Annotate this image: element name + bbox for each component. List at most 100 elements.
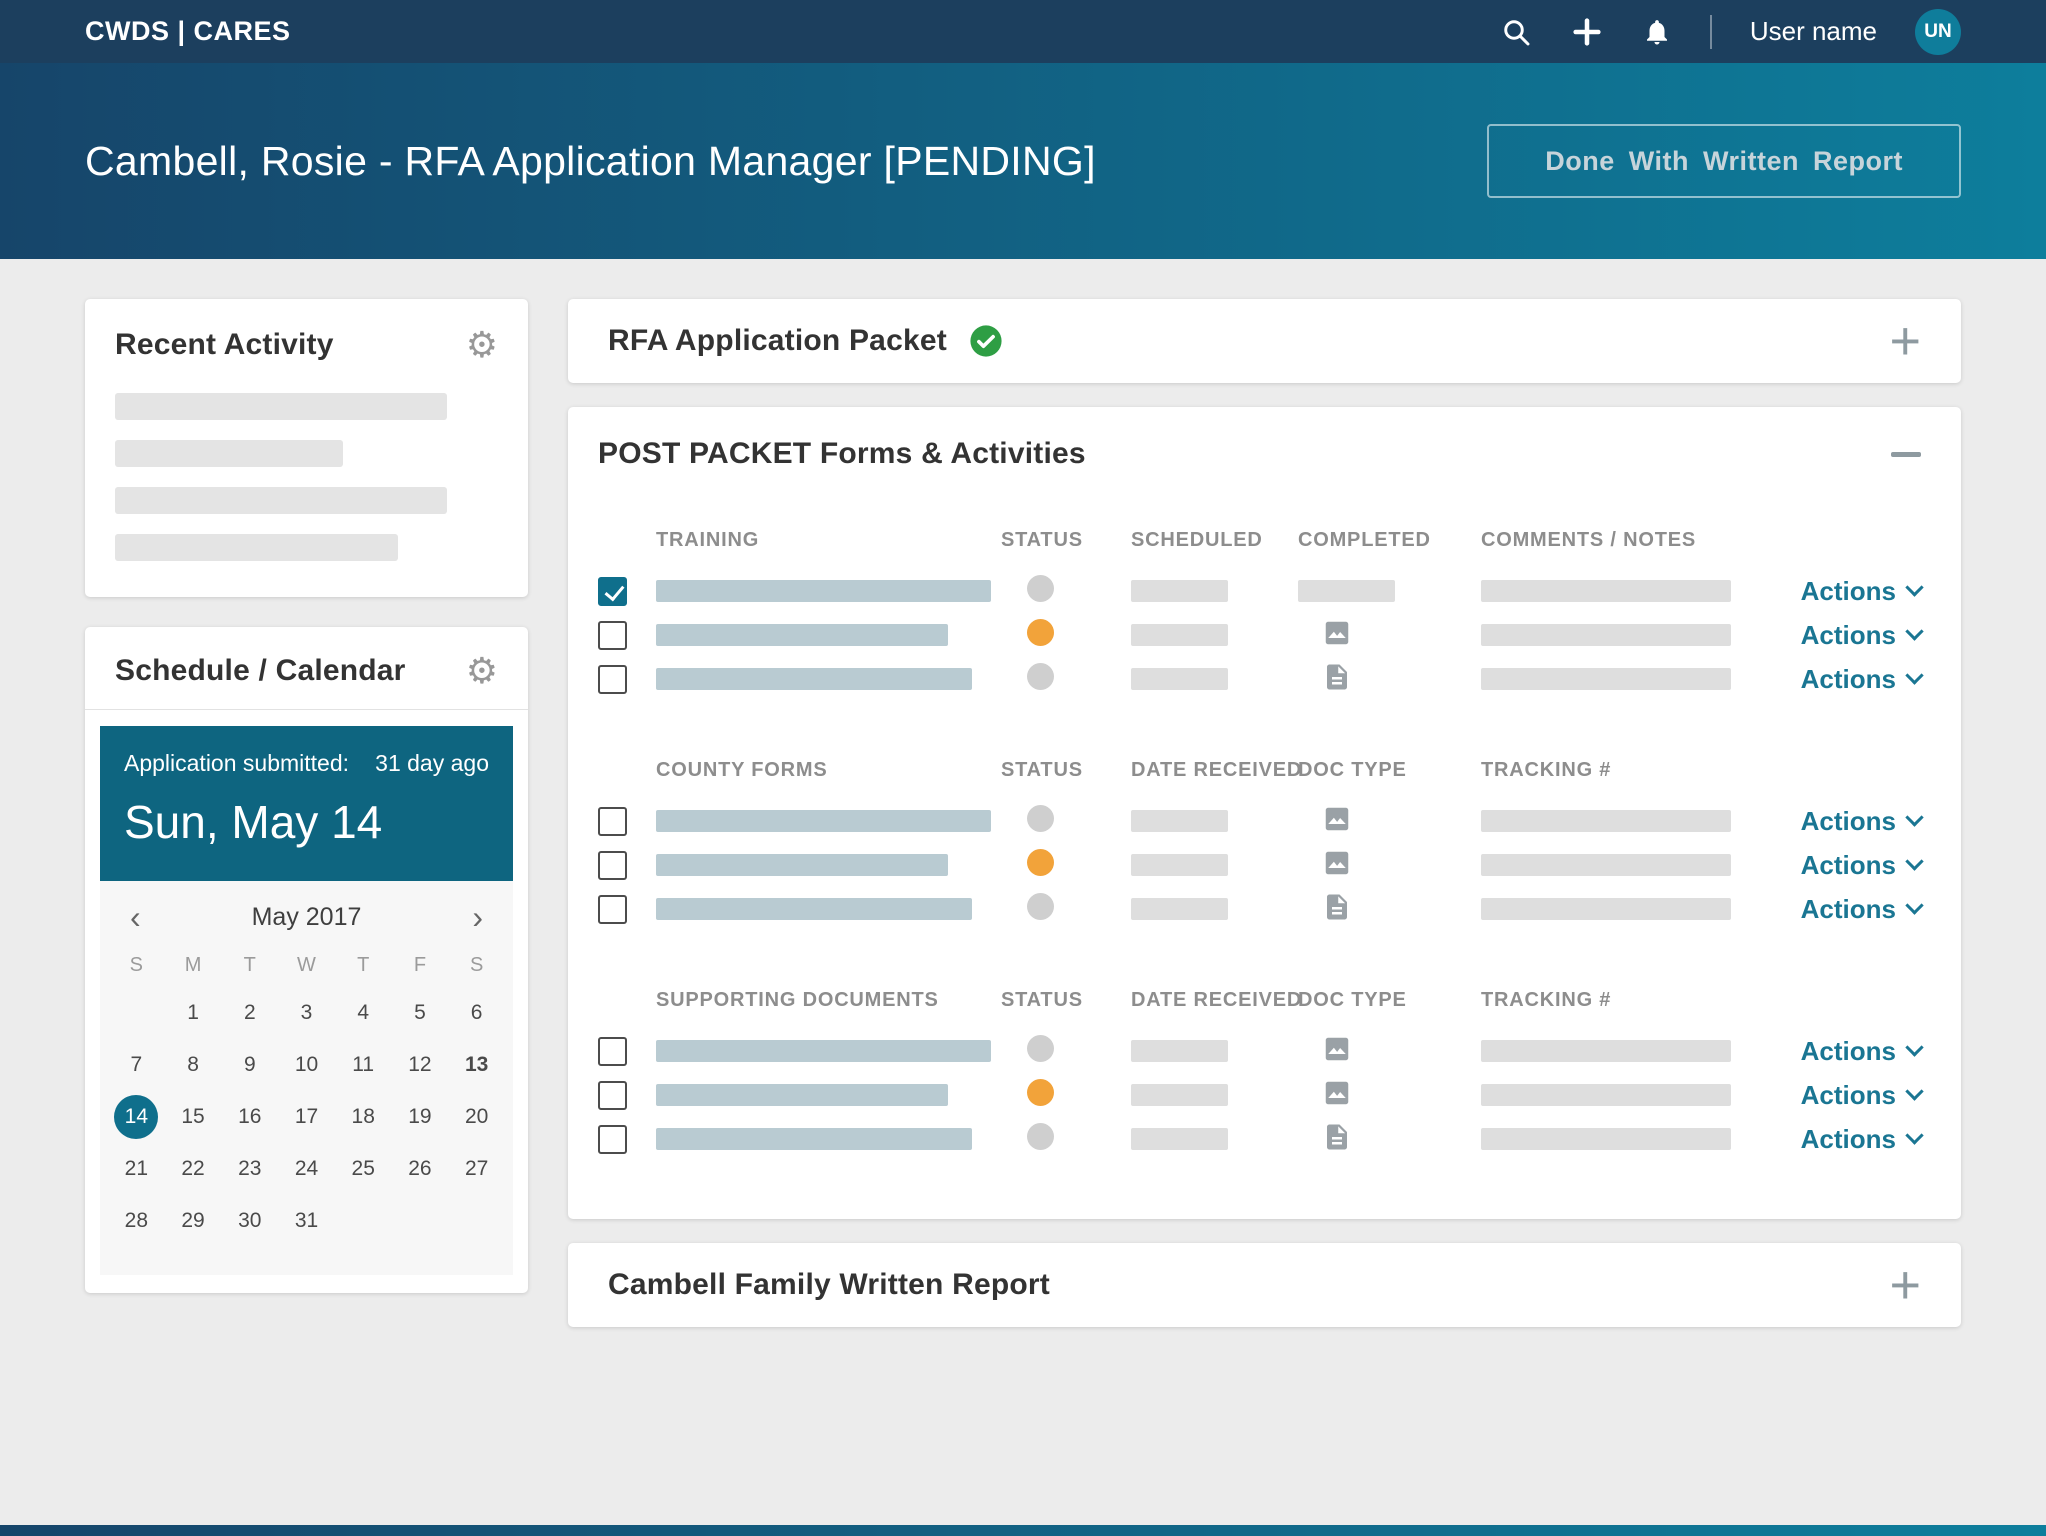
collapse-minus-icon[interactable] (1891, 451, 1921, 457)
column-header: DOC TYPE (1298, 988, 1407, 1011)
actions-dropdown-button[interactable]: Actions (1801, 1036, 1924, 1067)
add-plus-icon[interactable] (1570, 15, 1604, 49)
calendar-day[interactable]: 19 (392, 1091, 449, 1143)
row-checkbox[interactable] (598, 894, 627, 924)
calendar-day[interactable]: 11 (335, 1039, 392, 1091)
user-avatar[interactable]: UN (1915, 8, 1961, 55)
chevron-down-icon (1905, 1037, 1924, 1057)
calendar-day[interactable]: 10 (278, 1039, 335, 1091)
submitted-ago: 31 day ago (375, 750, 489, 776)
actions-dropdown-button[interactable]: Actions (1801, 1080, 1924, 1111)
expand-plus-icon[interactable]: + (1889, 1258, 1921, 1312)
table-row: Actions (598, 799, 1924, 843)
calendar-day[interactable]: 6 (448, 987, 505, 1039)
calendar-day[interactable]: 4 (335, 987, 392, 1039)
calendar-day[interactable]: 15 (165, 1091, 222, 1143)
calendar-day[interactable]: 16 (221, 1091, 278, 1143)
actions-dropdown-button[interactable]: Actions (1801, 850, 1924, 881)
next-month-button[interactable]: › (464, 901, 491, 933)
done-with-written-report-button[interactable]: Done With Written Report (1487, 124, 1961, 198)
placeholder-bar (656, 1084, 948, 1106)
column-header: STATUS (1001, 988, 1083, 1011)
status-dot (1027, 1035, 1054, 1062)
row-checkbox[interactable] (598, 664, 627, 694)
weekday-label: M (184, 954, 202, 976)
row-checkbox[interactable] (598, 850, 627, 880)
column-header: COMMENTS / NOTES (1481, 528, 1697, 551)
status-dot (1027, 893, 1054, 920)
image-icon (1322, 804, 1352, 834)
calendar-day[interactable]: 26 (392, 1143, 449, 1195)
calendar-day[interactable]: 29 (165, 1195, 222, 1247)
calendar-day[interactable]: 20 (448, 1091, 505, 1143)
calendar-day[interactable]: 31 (278, 1195, 335, 1247)
calendar-day[interactable]: 2 (221, 987, 278, 1039)
chevron-down-icon (1905, 621, 1924, 641)
calendar-day[interactable]: 9 (221, 1039, 278, 1091)
calendar-day[interactable]: 17 (278, 1091, 335, 1143)
calendar-day[interactable]: 21 (108, 1143, 165, 1195)
placeholder-bar (1481, 854, 1731, 876)
row-checkbox[interactable] (598, 1124, 627, 1154)
actions-dropdown-button[interactable]: Actions (1801, 806, 1924, 837)
calendar-day[interactable]: 18 (335, 1091, 392, 1143)
page-header: Cambell, Rosie - RFA Application Manager… (0, 63, 2046, 259)
schedule-calendar-card: Schedule / Calendar ⚙ Application submit… (85, 627, 528, 1293)
actions-dropdown-button[interactable]: Actions (1801, 894, 1924, 925)
prev-month-button[interactable]: ‹ (122, 901, 149, 933)
table-row: Actions (598, 1117, 1924, 1161)
calendar-day[interactable]: 30 (221, 1195, 278, 1247)
calendar-day[interactable]: 13 (448, 1039, 505, 1091)
left-column: Recent Activity ⚙ Schedule / Calendar ⚙ … (85, 299, 528, 1293)
calendar-day[interactable]: 25 (335, 1143, 392, 1195)
weekday-label: S (469, 954, 484, 976)
actions-dropdown-button[interactable]: Actions (1801, 664, 1924, 695)
row-checkbox[interactable] (598, 1036, 627, 1066)
calendar-day[interactable]: 7 (108, 1039, 165, 1091)
row-checkbox[interactable] (598, 576, 627, 606)
row-checkbox[interactable] (598, 1080, 627, 1110)
calendar-day[interactable]: 22 (165, 1143, 222, 1195)
placeholder-bar (1298, 580, 1395, 602)
calendar-day[interactable]: 27 (448, 1143, 505, 1195)
rfa-application-packet-card: RFA Application Packet + (568, 299, 1961, 383)
actions-dropdown-button[interactable]: Actions (1801, 576, 1924, 607)
calendar-day[interactable]: 1 (165, 987, 222, 1039)
table-header-row: TRAINING STATUS SCHEDULED COMPLETED COMMENTS… (598, 523, 1921, 557)
calendar: ‹ May 2017 › SMTWTFS 1 2 3 4 5 6 7 8 9 10 11 12 13 14… (100, 881, 513, 1275)
calendar-day[interactable]: 3 (278, 987, 335, 1039)
activity-placeholder-bar (115, 440, 343, 467)
calendar-day[interactable]: 8 (165, 1039, 222, 1091)
status-dot (1027, 575, 1054, 602)
actions-dropdown-button[interactable]: Actions (1801, 620, 1924, 651)
settings-gear-icon[interactable]: ⚙ (466, 653, 498, 689)
actions-dropdown-button[interactable]: Actions (1801, 1124, 1924, 1155)
weekday-label: T (357, 954, 370, 976)
footer-strip (0, 1525, 2046, 1536)
forms-table-section: TRAINING STATUS SCHEDULED COMPLETED COMMENTS… (598, 523, 1924, 701)
image-icon (1322, 618, 1352, 648)
top-navbar: CWDS | CARES User name UN (0, 0, 2046, 63)
calendar-day[interactable]: 28 (108, 1195, 165, 1247)
app-logo[interactable]: CWDS | CARES (85, 16, 291, 47)
recent-activity-title: Recent Activity (115, 328, 334, 361)
placeholder-bar (1481, 1084, 1731, 1106)
status-dot (1027, 619, 1054, 646)
calendar-day[interactable]: 12 (392, 1039, 449, 1091)
calendar-day[interactable]: 14 (108, 1091, 165, 1143)
user-name[interactable]: User name (1750, 16, 1877, 47)
calendar-day[interactable]: 24 (278, 1143, 335, 1195)
weekday-label: T (243, 954, 256, 976)
search-icon[interactable] (1500, 16, 1532, 48)
row-checkbox[interactable] (598, 806, 627, 836)
status-dot (1027, 805, 1054, 832)
right-column: RFA Application Packet + POST PACKET For… (568, 299, 1961, 1327)
row-checkbox[interactable] (598, 620, 627, 650)
notifications-bell-icon[interactable] (1642, 17, 1672, 47)
calendar-day[interactable]: 23 (221, 1143, 278, 1195)
calendar-day[interactable]: 5 (392, 987, 449, 1039)
document-icon (1322, 892, 1352, 922)
expand-plus-icon[interactable]: + (1889, 314, 1921, 368)
settings-gear-icon[interactable]: ⚙ (466, 327, 498, 363)
column-header: COMPLETED (1298, 528, 1431, 551)
